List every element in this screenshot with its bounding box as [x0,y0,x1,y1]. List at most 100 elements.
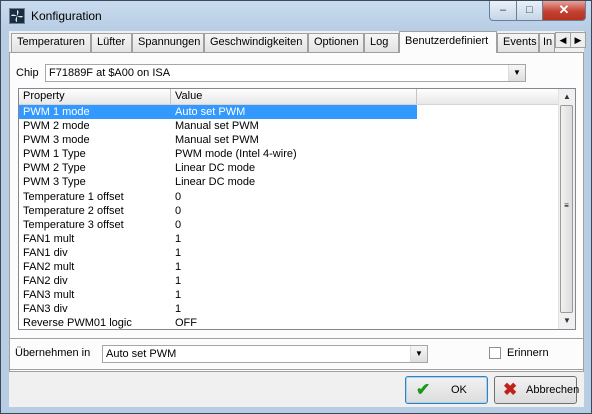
tab-label: Temperaturen [17,36,85,48]
tab-log[interactable]: Log [364,33,399,52]
window-title: Konfiguration [31,9,102,23]
column-header-property[interactable]: Property [19,89,171,104]
property-cell: Temperature 2 offset [23,204,124,217]
tab-optionen[interactable]: Optionen [308,33,364,52]
property-cell: PWM 1 mode [23,106,90,118]
vertical-scrollbar[interactable]: ▲ ≡ ▼ [558,89,575,329]
property-cell: PWM 3 Type [23,176,86,189]
scroll-up-icon[interactable]: ▲ [559,89,575,105]
tab-label: Benutzerdefiniert [405,35,489,47]
value-cell: OFF [175,317,197,330]
chip-label: Chip [16,67,39,79]
value-cell: Auto set PWM [175,106,246,118]
value-cell: 1 [175,275,182,288]
tab-partial[interactable]: In [539,33,555,52]
table-row[interactable]: FAN1 div 1 [19,246,560,260]
remember-checkbox[interactable] [489,347,501,359]
value-cell: 1 [175,246,182,259]
value-cell: Manual set PWM [175,134,259,147]
tab-events[interactable]: Events [497,33,539,52]
tab-benutzerdefiniert[interactable]: Benutzerdefiniert [399,31,497,53]
dialog-client: Temperaturen Lüfter Spannungen Geschwind… [9,31,586,407]
table-row[interactable]: Temperature 1 offset 0 [19,190,560,204]
apply-group: Übernehmen in Auto set PWM ▼ Erinnern [9,338,584,370]
value-cell: 0 [175,190,182,203]
chevron-down-icon[interactable]: ▼ [410,346,427,362]
table-row[interactable]: FAN1 mult 1 [19,232,560,246]
table-row[interactable]: PWM 2 Type Linear DC mode [19,161,560,175]
chip-select-value: F71889F at $A00 on ISA [49,67,171,79]
tab-geschwindigkeiten[interactable]: Geschwindigkeiten [204,33,308,52]
property-cell: PWM 3 mode [23,134,90,147]
minimize-button[interactable]: ‒ [489,1,517,21]
table-row[interactable]: PWM 2 mode Manual set PWM [19,119,560,133]
value-cell: Linear DC mode [175,162,256,175]
property-cell: Temperature 3 offset [23,218,124,231]
value-cell: 1 [175,289,182,302]
tab-luefter[interactable]: Lüfter [91,33,132,52]
app-fan-icon [9,8,25,24]
tab-temperaturen[interactable]: Temperaturen [11,33,91,52]
grid-header: Property Value [19,89,560,105]
value-cell: 1 [175,232,182,245]
tab-label: Lüfter [97,36,126,48]
remember-label: Erinnern [507,347,549,359]
tab-scroll-right-icon[interactable]: ▶ [570,32,586,48]
property-cell: PWM 2 Type [23,162,86,175]
value-cell: 1 [175,261,182,274]
chip-select[interactable]: F71889F at $A00 on ISA ▼ [45,64,526,82]
property-grid: Property Value PWM 1 mode Auto set PWM PWM… [18,88,576,330]
property-cell: PWM 1 Type [23,148,86,161]
table-row[interactable]: Reverse PWM01 logic OFF [19,316,560,330]
table-row[interactable]: PWM 3 mode Manual set PWM [19,133,560,147]
tab-label: Geschwindigkeiten [210,36,303,48]
table-row[interactable]: PWM 1 Type PWM mode (Intel 4-wire) [19,147,560,161]
chevron-down-icon[interactable]: ▼ [508,65,525,81]
property-cell: FAN2 mult [23,261,75,274]
table-row[interactable]: FAN3 mult 1 [19,288,560,302]
tab-strip: Temperaturen Lüfter Spannungen Geschwind… [9,31,586,53]
cancel-button-label: Abbrechen [526,384,580,396]
table-row[interactable]: Temperature 3 offset 0 [19,218,560,232]
table-row[interactable]: FAN2 mult 1 [19,260,560,274]
property-cell: Temperature 1 offset [23,190,124,203]
property-cell: FAN2 div [23,275,68,288]
value-cell: 1 [175,303,182,316]
table-row[interactable]: FAN3 div 1 [19,302,560,316]
checkmark-icon: ✔ [416,380,431,399]
tab-panel: Chip F71889F at $A00 on ISA ▼ Property V… [9,52,584,372]
title-bar[interactable]: Konfiguration ‒ □ ✕ [1,1,591,29]
tab-label: Optionen [314,36,359,48]
property-cell: FAN3 div [23,303,68,316]
scroll-thumb[interactable]: ≡ [560,105,573,313]
table-row[interactable]: FAN2 div 1 [19,274,560,288]
tab-scroll-left-icon[interactable]: ◀ [555,32,571,48]
apply-select-value: Auto set PWM [106,348,177,360]
apply-select[interactable]: Auto set PWM ▼ [102,345,428,363]
property-cell: FAN1 mult [23,232,75,245]
property-cell: PWM 2 mode [23,120,90,133]
close-button[interactable]: ✕ [542,1,586,21]
ok-button-label: OK [451,384,467,396]
ok-button[interactable]: ✔ OK [405,376,488,404]
table-row[interactable]: PWM 1 mode Auto set PWM [19,105,417,120]
tab-label: Spannungen [138,36,201,48]
value-cell: Linear DC mode [175,176,256,189]
column-header-value[interactable]: Value [171,89,417,104]
scroll-down-icon[interactable]: ▼ [559,313,575,329]
property-cell: FAN3 mult [23,289,75,302]
config-window: Konfiguration ‒ □ ✕ Temperaturen Lüfter … [0,0,592,414]
value-cell: 0 [175,204,182,217]
table-row[interactable]: Temperature 2 offset 0 [19,204,560,218]
table-row[interactable]: PWM 3 Type Linear DC mode [19,175,560,189]
property-cell: Reverse PWM01 logic [23,317,132,330]
apply-label: Übernehmen in [15,347,91,359]
value-cell: PWM mode (Intel 4-wire) [175,148,297,161]
maximize-button[interactable]: □ [516,1,543,21]
tab-spannungen[interactable]: Spannungen [132,33,204,52]
tab-label: In [543,36,553,48]
property-cell: FAN1 div [23,246,68,259]
tab-label: Events [503,36,537,48]
value-cell: 0 [175,218,182,231]
cancel-button[interactable]: ✖ Abbrechen [494,376,580,404]
